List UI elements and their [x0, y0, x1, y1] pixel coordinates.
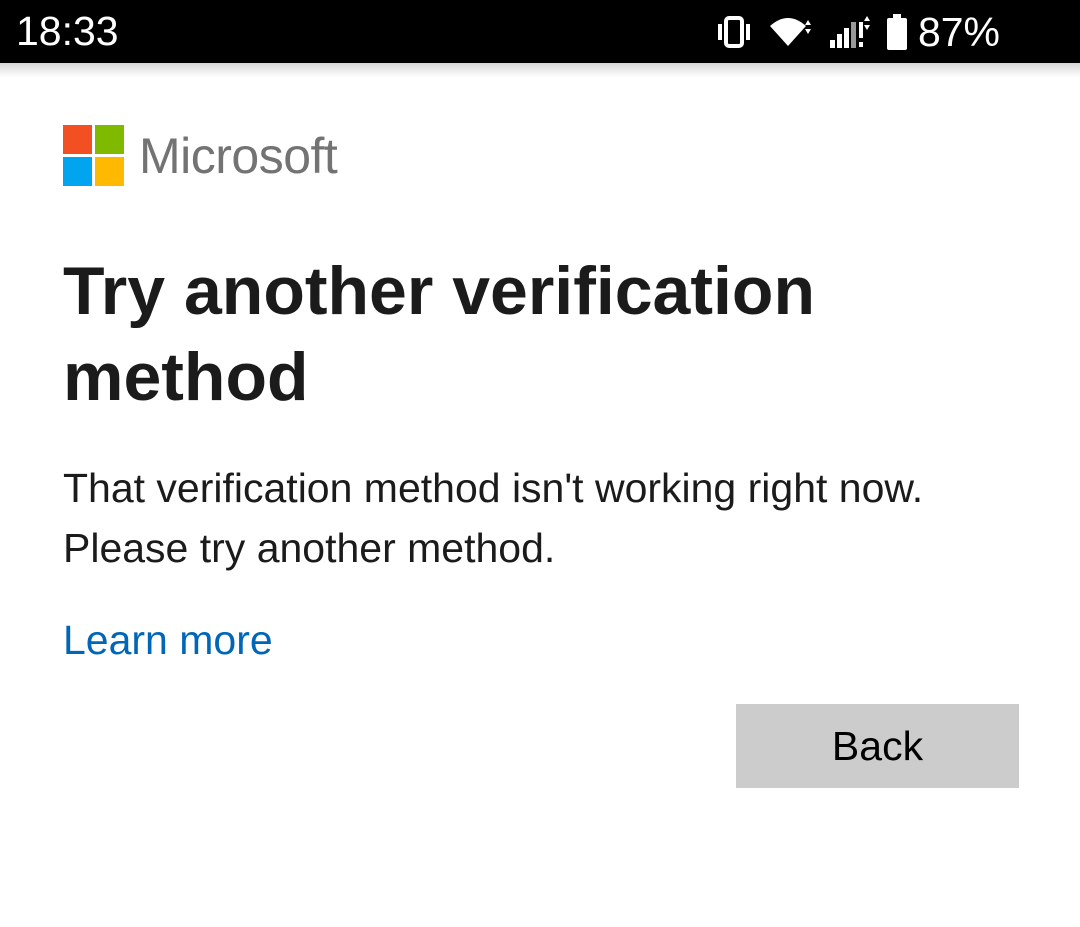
microsoft-logo: Microsoft	[63, 125, 338, 186]
status-time: 18:33	[16, 8, 119, 54]
logo-square-yellow	[95, 157, 124, 186]
microsoft-logo-icon	[63, 125, 124, 186]
back-button[interactable]: Back	[736, 704, 1019, 788]
vibrate-icon	[714, 14, 754, 50]
battery-percent: 87%	[917, 8, 1000, 55]
learn-more-link[interactable]: Learn more	[63, 615, 273, 665]
error-message: That verification method isn't working r…	[63, 465, 924, 571]
logo-text: Microsoft	[139, 127, 338, 184]
cellular-signal-icon	[828, 14, 872, 50]
logo-square-red	[63, 125, 92, 154]
wifi-icon	[768, 14, 814, 50]
page-title: Try another verification method	[63, 253, 815, 415]
status-icons: 87%	[700, 0, 1000, 63]
logo-square-blue	[63, 157, 92, 186]
status-bar-shadow	[0, 63, 1080, 77]
status-bar: 18:33 87%	[0, 0, 1080, 63]
battery-icon	[886, 13, 908, 51]
logo-square-green	[95, 125, 124, 154]
